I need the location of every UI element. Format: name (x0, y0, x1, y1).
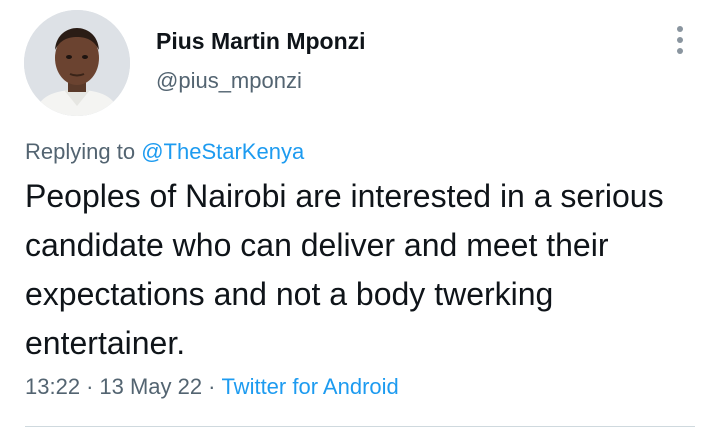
replying-to-label: Replying to (25, 139, 136, 164)
author-handle[interactable]: @pius_mponzi (156, 67, 302, 95)
meta-separator: · (86, 374, 94, 399)
more-options-icon[interactable] (666, 24, 694, 56)
meta-separator: · (208, 374, 216, 399)
tweet-metadata: 13:22 · 13 May 22 · Twitter for Android (25, 372, 399, 402)
more-dot (677, 26, 683, 32)
tweet-source-link[interactable]: Twitter for Android (221, 374, 398, 399)
author-display-name[interactable]: Pius Martin Mponzi (156, 27, 366, 55)
tweet-text: Peoples of Nairobi are interested in a s… (25, 178, 664, 361)
avatar[interactable] (24, 10, 130, 116)
tweet-time[interactable]: 13:22 (25, 374, 80, 399)
more-dot (677, 37, 683, 43)
tweet-card: Pius Martin Mponzi @pius_mponzi Replying… (0, 0, 720, 429)
tweet-date[interactable]: 13 May 22 (99, 374, 202, 399)
replying-to-line: Replying to @TheStarKenya (25, 137, 304, 167)
profile-photo-icon (24, 10, 130, 116)
more-dot (677, 48, 683, 54)
reply-mention-link[interactable]: @TheStarKenya (141, 139, 304, 164)
divider (25, 426, 695, 427)
